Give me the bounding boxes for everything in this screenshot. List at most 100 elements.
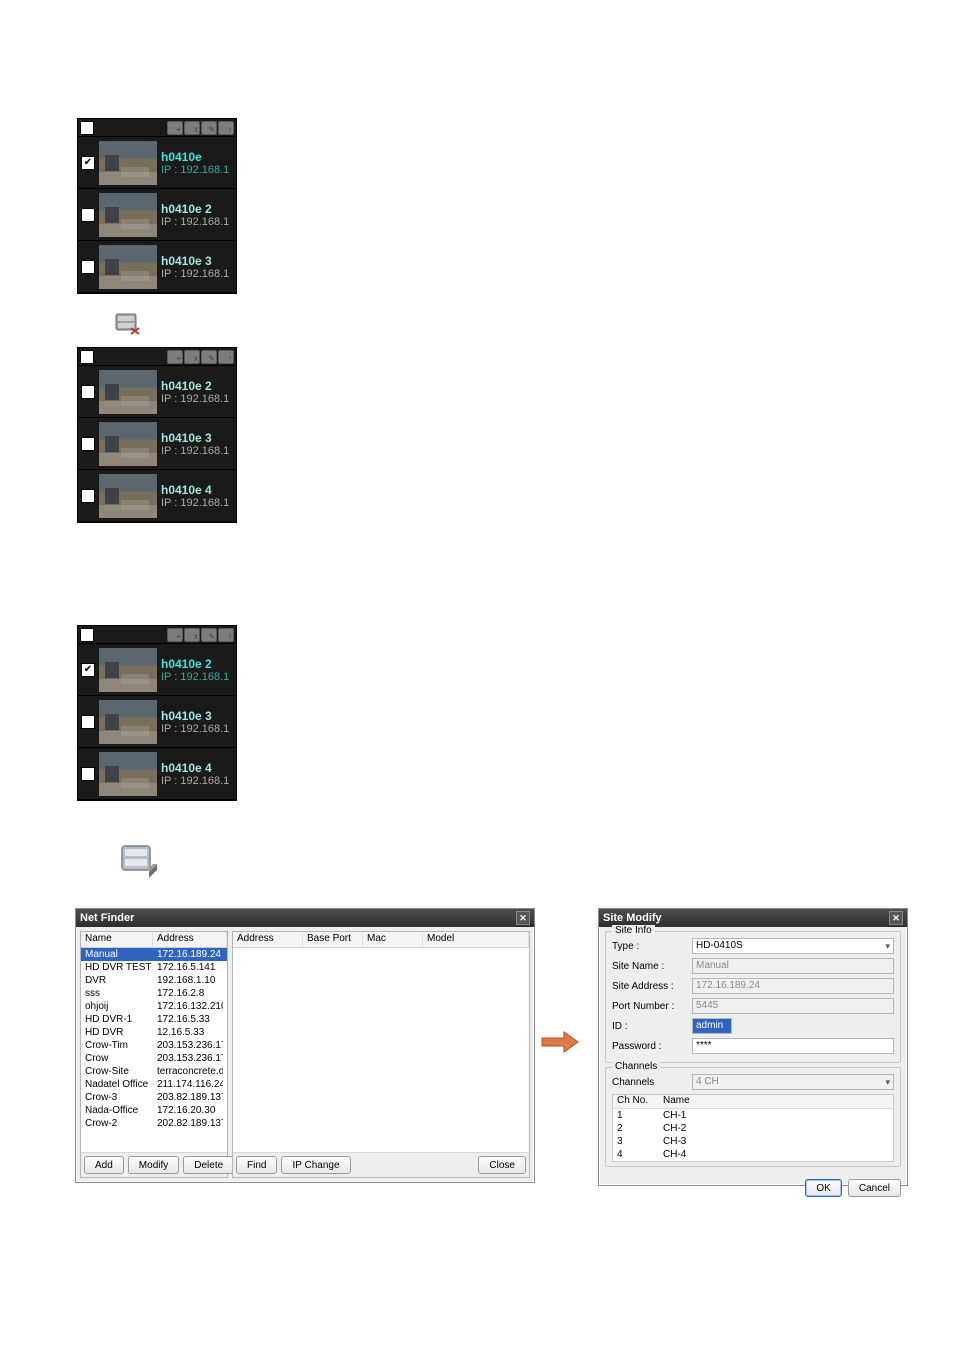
channel-row[interactable]: 2CH-2 — [613, 1122, 893, 1135]
site-address-input[interactable]: 172.16.189.24 — [692, 978, 894, 994]
site-ip: IP : 192.168.1 — [161, 723, 233, 735]
panel-icon-4[interactable]: ↑ — [218, 121, 234, 135]
id-input[interactable]: admin — [692, 1018, 732, 1034]
channel-row[interactable]: 4CH-4 — [613, 1148, 893, 1161]
site-modify-title: Site Modify — [603, 912, 662, 924]
table-row[interactable]: HD DVR TEST172.16.5.141 — [81, 961, 227, 974]
find-button[interactable]: Find — [236, 1156, 277, 1174]
site-item[interactable]: ✔ h0410eIP : 192.168.1 — [78, 137, 236, 189]
site-panel-1: + x ✎ ↑ ✔ h0410eIP : 192.168.1 h0410e 2IP … — [77, 118, 237, 294]
site-name: h0410e 4 — [161, 761, 233, 775]
table-row[interactable]: Crow-Siteterraconcrete.d… — [81, 1065, 227, 1078]
label-password: Password : — [612, 1041, 688, 1052]
table-row[interactable]: Manual172.16.189.24 — [81, 948, 227, 961]
close-icon[interactable]: ✕ — [516, 911, 530, 925]
panel-icon-1[interactable]: + — [167, 628, 183, 642]
table-row[interactable]: Crow203.153.236.177 — [81, 1052, 227, 1065]
site-info: h0410e 4IP : 192.168.1 — [161, 483, 233, 509]
site-thumbnail — [99, 700, 157, 744]
table-row[interactable]: Crow-2202.82.189.137 — [81, 1117, 227, 1130]
site-ip: IP : 192.168.1 — [161, 445, 233, 457]
site-check[interactable] — [81, 715, 95, 729]
site-modify-dialog: Site Modify ✕ Site Info Type : HD-0410S … — [598, 908, 908, 1186]
col-mac[interactable]: Mac — [363, 932, 423, 947]
site-item[interactable]: ✔h0410e 2IP : 192.168.1 — [78, 644, 236, 696]
modify-button[interactable]: Modify — [128, 1156, 179, 1174]
table-row[interactable]: DVR192.168.1.10 — [81, 974, 227, 987]
table-row[interactable]: sss172.16.2.8 — [81, 987, 227, 1000]
header-check[interactable] — [80, 350, 94, 364]
password-input[interactable]: **** — [692, 1038, 894, 1054]
site-check[interactable] — [81, 767, 95, 781]
close-icon[interactable]: ✕ — [889, 911, 903, 925]
panel-icon-3[interactable]: ✎ — [201, 628, 217, 642]
label-siteaddress: Site Address : — [612, 981, 688, 992]
site-thumbnail — [99, 422, 157, 466]
panel-icon-3[interactable]: ✎ — [201, 350, 217, 364]
col-chno: Ch No. — [613, 1095, 659, 1108]
site-thumbnail — [99, 193, 157, 237]
table-row[interactable]: HD DVR12.16.5.33 — [81, 1026, 227, 1039]
col-name[interactable]: Name — [81, 932, 153, 947]
site-info-fieldset: Site Info Type : HD-0410S Site Name : Ma… — [605, 931, 901, 1063]
channel-row[interactable]: 3CH-3 — [613, 1135, 893, 1148]
header-check[interactable] — [80, 121, 94, 135]
found-devices-rows[interactable] — [233, 948, 529, 1152]
site-item[interactable]: h0410e 3IP : 192.168.1 — [78, 241, 236, 293]
saved-sites-rows[interactable]: Manual172.16.189.24HD DVR TEST172.16.5.1… — [81, 948, 227, 1152]
saved-sites-pane: Name Address Manual172.16.189.24HD DVR T… — [80, 931, 228, 1178]
site-item[interactable]: h0410e 3IP : 192.168.1 — [78, 696, 236, 748]
header-check[interactable] — [80, 628, 94, 642]
site-thumbnail — [99, 752, 157, 796]
delete-site-icon[interactable] — [112, 310, 144, 338]
label-type: Type : — [612, 941, 688, 952]
table-row[interactable]: Crow-Tim203.153.236.177 — [81, 1039, 227, 1052]
panel-icon-2[interactable]: x — [184, 628, 200, 642]
add-button[interactable]: Add — [84, 1156, 124, 1174]
table-row[interactable]: Crow-3203.82.189.137 — [81, 1091, 227, 1104]
ok-button[interactable]: OK — [805, 1179, 841, 1197]
col-address[interactable]: Address — [153, 932, 227, 947]
site-ip: IP : 192.168.1 — [161, 216, 233, 228]
col-address[interactable]: Address — [233, 932, 303, 947]
channels-select[interactable]: 4 CH — [692, 1074, 894, 1090]
site-item[interactable]: h0410e 4IP : 192.168.1 — [78, 470, 236, 522]
site-item[interactable]: h0410e 2IP : 192.168.1 — [78, 189, 236, 241]
net-finder-title: Net Finder — [80, 912, 134, 924]
found-devices-header: Address Base Port Mac Model — [233, 932, 529, 948]
site-item[interactable]: h0410e 2IP : 192.168.1 — [78, 366, 236, 418]
table-row[interactable]: Nadatel Office211.174.116.241 — [81, 1078, 227, 1091]
site-check[interactable] — [81, 385, 95, 399]
table-row[interactable]: ohjoij172.16.132.210 — [81, 1000, 227, 1013]
ip-change-button[interactable]: IP Change — [281, 1156, 350, 1174]
channel-row[interactable]: 1CH-1 — [613, 1109, 893, 1122]
site-modify-body: Site Info Type : HD-0410S Site Name : Ma… — [599, 927, 907, 1175]
cancel-button[interactable]: Cancel — [848, 1179, 901, 1197]
site-check[interactable]: ✔ — [81, 156, 95, 170]
site-check[interactable] — [81, 260, 95, 274]
panel-icon-1[interactable]: + — [167, 121, 183, 135]
site-name-input[interactable]: Manual — [692, 958, 894, 974]
panel-icon-1[interactable]: + — [167, 350, 183, 364]
site-check[interactable] — [81, 489, 95, 503]
site-check[interactable]: ✔ — [81, 663, 95, 677]
site-check[interactable] — [81, 208, 95, 222]
type-select[interactable]: HD-0410S — [692, 938, 894, 954]
close-button[interactable]: Close — [478, 1156, 526, 1174]
col-model[interactable]: Model — [423, 932, 529, 947]
col-baseport[interactable]: Base Port — [303, 932, 363, 947]
delete-button[interactable]: Delete — [183, 1156, 234, 1174]
site-check[interactable] — [81, 437, 95, 451]
port-number-input[interactable]: 5445 — [692, 998, 894, 1014]
panel-icon-2[interactable]: x — [184, 121, 200, 135]
table-row[interactable]: HD DVR-1172.16.5.33 — [81, 1013, 227, 1026]
panel-icon-4[interactable]: ↑ — [218, 628, 234, 642]
panel-icon-2[interactable]: x — [184, 350, 200, 364]
table-row[interactable]: Nada-Office172.16.20.30 — [81, 1104, 227, 1117]
site-item[interactable]: h0410e 4IP : 192.168.1 — [78, 748, 236, 800]
site-item[interactable]: h0410e 3IP : 192.168.1 — [78, 418, 236, 470]
panel-icon-4[interactable]: ↑ — [218, 350, 234, 364]
site-info: h0410eIP : 192.168.1 — [161, 150, 233, 176]
modify-site-icon[interactable] — [117, 840, 161, 880]
panel-icon-3[interactable]: ✎ — [201, 121, 217, 135]
